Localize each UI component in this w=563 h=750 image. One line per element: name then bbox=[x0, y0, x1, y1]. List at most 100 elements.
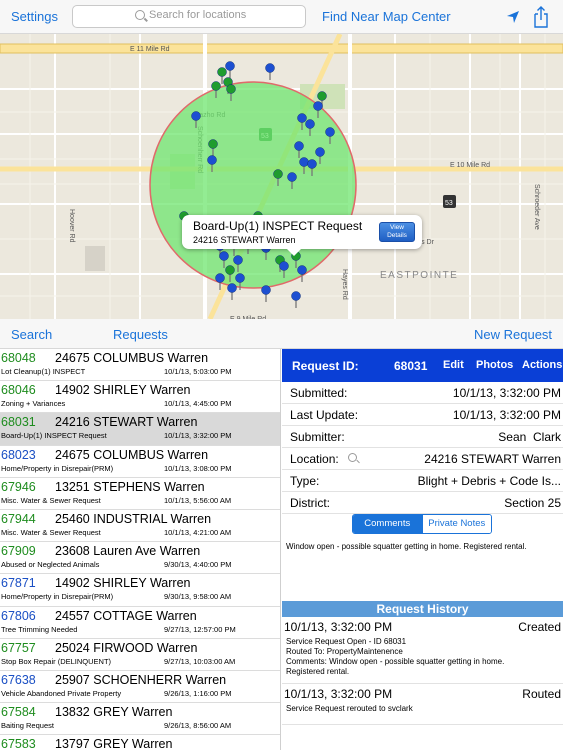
requests-tab[interactable]: Requests bbox=[113, 327, 168, 342]
field-label: Last Update: bbox=[290, 408, 359, 422]
request-id: 67757 bbox=[1, 640, 36, 655]
search-icon[interactable] bbox=[348, 453, 357, 462]
request-address: 13797 GREY Warren bbox=[55, 737, 173, 750]
tab-private-notes[interactable]: Private Notes bbox=[421, 515, 491, 533]
field-value: 10/1/13, 3:32:00 PM bbox=[452, 408, 561, 422]
location-search-input[interactable] bbox=[149, 9, 299, 21]
map-callout[interactable]: Board-Up(1) INSPECT Request 24216 STEWAR… bbox=[182, 215, 422, 256]
history-entry: 10/1/13, 3:32:00 PM Created Service Requ… bbox=[282, 618, 563, 684]
field-value: Section 25 bbox=[504, 496, 561, 510]
request-type: Zoning + Variances bbox=[1, 399, 66, 409]
new-request-button[interactable]: New Request bbox=[474, 327, 552, 342]
request-id: 68023 bbox=[1, 447, 36, 462]
location-search-box[interactable] bbox=[72, 5, 306, 28]
request-date: 9/26/13, 8:56:00 AM bbox=[164, 721, 232, 731]
request-date: 9/26/13, 1:16:00 PM bbox=[164, 688, 232, 698]
request-type: Home/Property in Disrepair(PRM) bbox=[1, 463, 114, 473]
request-list-row[interactable]: 67944 25460 INDUSTRIAL Warren Misc. Water … bbox=[0, 509, 280, 543]
svg-text:Schroeder Ave: Schroeder Ave bbox=[533, 184, 540, 230]
request-date: 10/1/13, 5:56:00 AM bbox=[164, 495, 232, 505]
find-near-map-center-button[interactable]: Find Near Map Center bbox=[322, 9, 451, 24]
request-date: 10/1/13, 5:03:00 PM bbox=[164, 367, 232, 376]
tab-comments[interactable]: Comments bbox=[353, 515, 422, 533]
request-list-row[interactable]: 67946 13251 STEPHENS Warren Misc. Water & … bbox=[0, 477, 280, 510]
share-icon[interactable] bbox=[533, 6, 549, 28]
svg-text:53: 53 bbox=[445, 200, 453, 207]
detail-header: Request ID: 68031 Edit Photos Actions bbox=[282, 349, 563, 382]
request-id-label: Request ID: bbox=[292, 359, 359, 373]
photos-button[interactable]: Photos bbox=[476, 359, 513, 371]
request-date: 10/1/13, 3:32:00 PM bbox=[164, 431, 232, 441]
request-type: Misc. Water & Sewer Request bbox=[1, 495, 101, 505]
history-entry: 10/1/13, 3:32:00 PM Routed Service Reque… bbox=[282, 685, 563, 725]
svg-text:Hayes Rd: Hayes Rd bbox=[341, 269, 348, 300]
request-detail-panel: Request ID: 68031 Edit Photos Actions Su… bbox=[282, 349, 563, 750]
search-tab[interactable]: Search bbox=[11, 327, 52, 342]
request-list-row[interactable]: 67584 13832 GREY Warren Baiting Request 9/2… bbox=[0, 703, 280, 736]
search-icon bbox=[135, 10, 145, 20]
svg-text:Hoover Rd: Hoover Rd bbox=[68, 209, 75, 243]
request-list-row[interactable]: 68048 24675 COLUMBUS Warren Lot Cleanup(1)… bbox=[0, 349, 280, 382]
field-label: Submitter: bbox=[290, 430, 345, 444]
edit-button[interactable]: Edit bbox=[443, 359, 464, 371]
submitted-field: Submitted: 10/1/13, 3:32:00 PM bbox=[282, 382, 563, 404]
request-date: 9/30/13, 4:40:00 PM bbox=[164, 560, 232, 570]
request-address: 23608 Lauren Ave Warren bbox=[55, 544, 201, 559]
request-address: 25024 FIRWOOD Warren bbox=[55, 640, 198, 655]
history-date: 10/1/13, 3:32:00 PM bbox=[284, 687, 393, 701]
request-address: 24675 COLUMBUS Warren bbox=[55, 447, 209, 462]
request-type: Lot Cleanup(1) INSPECT bbox=[1, 367, 86, 376]
request-id: 68031 bbox=[1, 415, 36, 430]
request-list-row[interactable]: 67583 13797 GREY Warren bbox=[0, 735, 280, 750]
last-update-field: Last Update: 10/1/13, 3:32:00 PM bbox=[282, 404, 563, 426]
request-address: 14902 SHIRLEY Warren bbox=[55, 383, 191, 398]
request-id: 67638 bbox=[1, 672, 36, 687]
location-field[interactable]: Location: 24216 STEWART Warren bbox=[282, 448, 563, 470]
actions-button[interactable]: Actions bbox=[522, 359, 562, 371]
map-canvas[interactable]: E 11 Mile Rd E 10 Mile Rd Stephens Dr Fa… bbox=[0, 34, 563, 319]
type-field: Type: Blight + Debris + Code Is... bbox=[282, 470, 563, 492]
request-id: 67584 bbox=[1, 705, 36, 720]
request-list-row[interactable]: 68046 14902 SHIRLEY Warren Zoning + Varian… bbox=[0, 381, 280, 414]
request-list-row[interactable]: 67871 14902 SHIRLEY Warren Home/Property i… bbox=[0, 574, 280, 607]
request-list-row[interactable]: 67909 23608 Lauren Ave Warren Abused or Ne… bbox=[0, 542, 280, 575]
search-radius-circle bbox=[149, 81, 357, 289]
field-value: 10/1/13, 3:32:00 PM bbox=[452, 386, 561, 400]
highway-shield-icon: 53 bbox=[443, 195, 456, 208]
request-date: 10/1/13, 4:21:00 AM bbox=[164, 527, 232, 537]
request-list-row[interactable]: 68031 24216 STEWART Warren Board-Up(1) INS… bbox=[0, 413, 280, 446]
history-status: Created bbox=[518, 620, 561, 634]
view-details-button[interactable]: View Details bbox=[379, 222, 415, 242]
callout-title: Board-Up(1) INSPECT Request bbox=[193, 219, 363, 233]
request-id: 67583 bbox=[1, 737, 36, 750]
request-address: 24675 COLUMBUS Warren bbox=[55, 351, 209, 365]
request-id: 67944 bbox=[1, 511, 36, 526]
request-list-row[interactable]: 68023 24675 COLUMBUS Warren Home/Property … bbox=[0, 445, 280, 478]
request-date: 9/27/13, 12:57:00 PM bbox=[164, 624, 236, 634]
request-id: 67909 bbox=[1, 544, 36, 559]
request-date: 9/30/13, 9:58:00 AM bbox=[164, 592, 232, 602]
svg-text:E 11 Mile Rd: E 11 Mile Rd bbox=[130, 46, 170, 53]
request-type: Board-Up(1) INSPECT Request bbox=[1, 431, 107, 441]
field-label: Location: bbox=[290, 452, 339, 466]
notes-segmented-control[interactable]: Comments Private Notes bbox=[352, 514, 492, 534]
field-value: 24216 STEWART Warren bbox=[424, 452, 561, 466]
current-location-icon[interactable] bbox=[506, 10, 520, 24]
request-address: 13832 GREY Warren bbox=[55, 705, 173, 720]
top-toolbar: Settings Find Near Map Center bbox=[0, 0, 563, 34]
field-value: Blight + Debris + Code Is... bbox=[417, 474, 561, 488]
request-list-row[interactable]: 67757 25024 FIRWOOD Warren Stop Box Repair… bbox=[0, 638, 280, 671]
map-view[interactable]: E 11 Mile Rd E 10 Mile Rd Stephens Dr Fa… bbox=[0, 34, 563, 319]
request-type: Misc. Water & Sewer Request bbox=[1, 527, 101, 537]
request-list-row[interactable]: 67806 24557 COTTAGE Warren Tree Trimming N… bbox=[0, 606, 280, 639]
request-address: 24557 COTTAGE Warren bbox=[55, 608, 197, 623]
request-id: 68046 bbox=[1, 383, 36, 398]
request-address: 25907 SCHOENHERR Warren bbox=[55, 672, 227, 687]
request-list-row[interactable]: 67638 25907 SCHOENHERR Warren Vehicle Aban… bbox=[0, 670, 280, 704]
field-label: District: bbox=[290, 496, 330, 510]
request-type: Abused or Neglected Animals bbox=[1, 560, 100, 570]
request-type: Vehicle Abandoned Private Property bbox=[1, 688, 122, 698]
callout-subtitle: 24216 STEWART Warren bbox=[193, 235, 296, 245]
settings-button[interactable]: Settings bbox=[11, 9, 58, 24]
request-id: 67871 bbox=[1, 576, 36, 591]
